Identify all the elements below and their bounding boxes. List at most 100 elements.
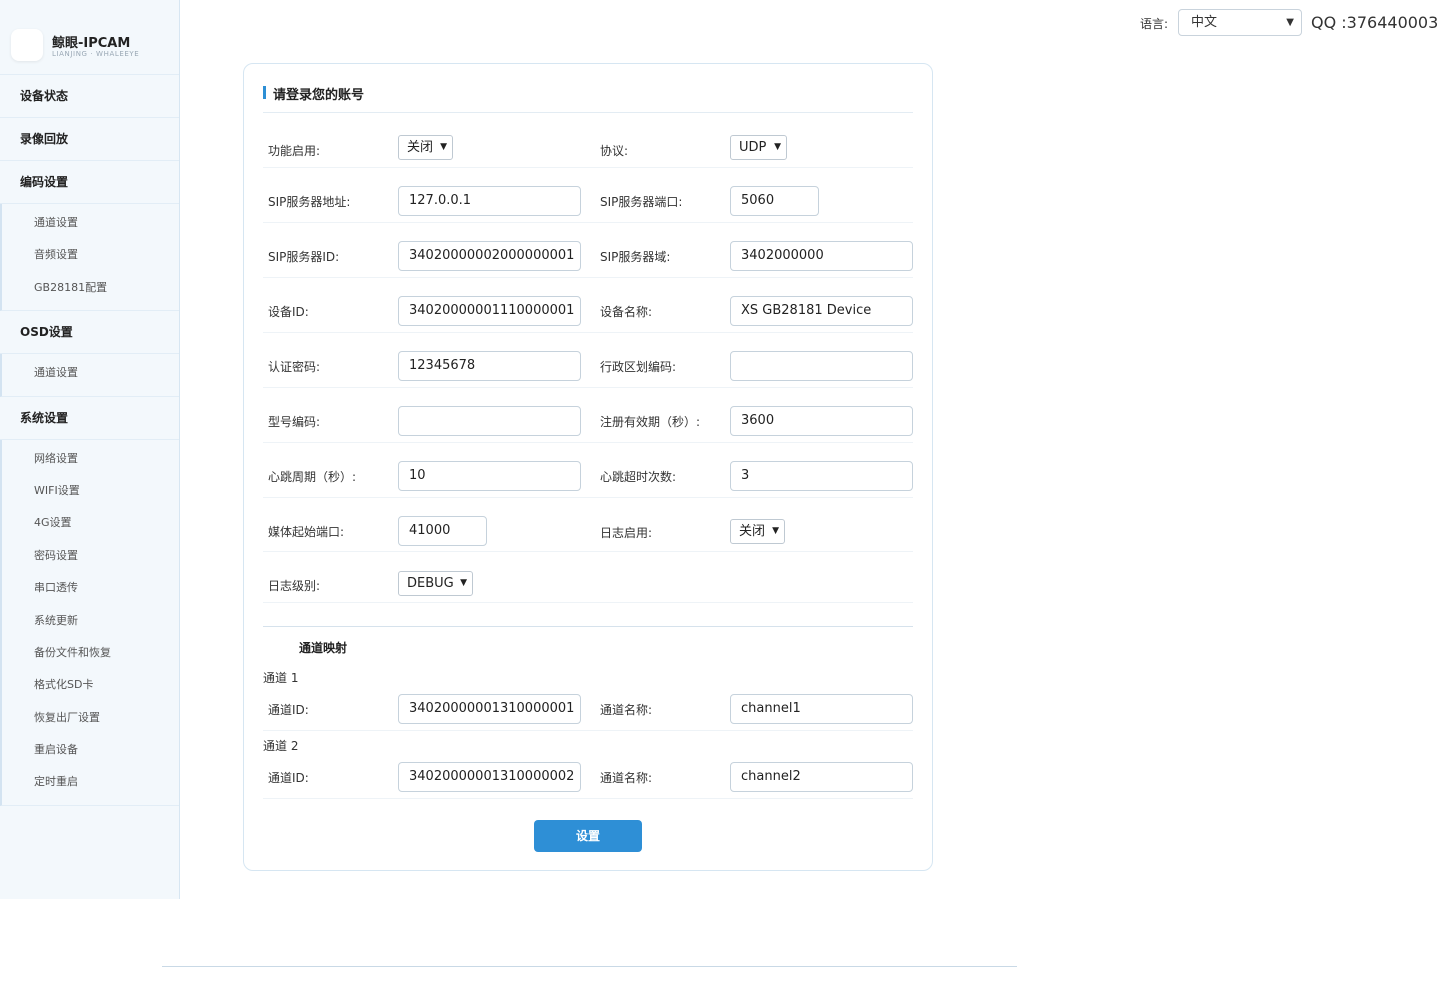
- nav-item-factory-reset[interactable]: 恢复出厂设置: [2, 702, 179, 734]
- divider: [263, 332, 913, 333]
- footer-divider: [162, 966, 1017, 967]
- channel-1-name-input[interactable]: channel1: [730, 694, 913, 724]
- protocol-label: 协议:: [600, 144, 629, 158]
- nav-item-network[interactable]: 网络设置: [2, 443, 179, 475]
- nav-item-scheduled-reboot[interactable]: 定时重启: [2, 766, 179, 798]
- divider: [263, 798, 913, 799]
- channel-1-id-label: 通道ID:: [268, 703, 309, 717]
- nav-system-group: 网络设置 WIFI设置 4G设置 密码设置 串口透传 系统更新 备份文件和恢复 …: [0, 439, 179, 806]
- nav-item-update[interactable]: 系统更新: [2, 605, 179, 637]
- channel-1-name-label: 通道名称:: [600, 703, 653, 717]
- nav-item-wifi[interactable]: WIFI设置: [2, 475, 179, 507]
- chevron-down-icon: ▼: [772, 526, 779, 536]
- heartbeat-timeout-input[interactable]: 3: [730, 461, 913, 491]
- region-code-input[interactable]: [730, 351, 913, 381]
- chevron-down-icon: ▼: [440, 142, 447, 152]
- log-enable-label: 日志启用:: [600, 526, 653, 540]
- divider: [263, 222, 913, 223]
- language-value: 中文: [1191, 15, 1218, 30]
- nav-device-status[interactable]: 设备状态: [0, 75, 179, 118]
- auth-password-input[interactable]: 12345678: [398, 351, 581, 381]
- device-id-input[interactable]: 34020000001110000001: [398, 296, 581, 326]
- device-id-label: 设备ID:: [268, 305, 309, 319]
- brand-title: 鲸眼-IPCAM: [52, 36, 131, 51]
- chevron-down-icon: ▼: [1286, 17, 1294, 28]
- nav-item-osd-channel[interactable]: 通道设置: [2, 357, 179, 389]
- qq-contact: QQ :376440003: [1311, 13, 1439, 32]
- panel-title: 请登录您的账号: [263, 84, 364, 103]
- section-divider: [263, 626, 913, 627]
- divider: [263, 730, 913, 731]
- sip-addr-input[interactable]: 127.0.0.1: [398, 186, 581, 216]
- language-label: 语言:: [1140, 17, 1169, 31]
- channel-2-name-label: 通道名称:: [600, 771, 653, 785]
- nav-item-backup[interactable]: 备份文件和恢复: [2, 637, 179, 669]
- log-enable-value: 关闭: [739, 524, 766, 539]
- device-name-input[interactable]: XS GB28181 Device: [730, 296, 913, 326]
- log-level-value: DEBUG: [407, 576, 454, 591]
- channel-2-id-input[interactable]: 34020000001310000002: [398, 762, 581, 792]
- nav-playback[interactable]: 录像回放: [0, 118, 179, 161]
- submit-button[interactable]: 设置: [534, 820, 642, 852]
- nav-item-serial[interactable]: 串口透传: [2, 572, 179, 604]
- register-expire-label: 注册有效期（秒）:: [600, 415, 701, 429]
- divider: [263, 602, 913, 603]
- sip-id-label: SIP服务器ID:: [268, 250, 340, 264]
- nav-osd-settings[interactable]: OSD设置: [0, 311, 179, 355]
- divider: [263, 387, 913, 388]
- nav-item-password[interactable]: 密码设置: [2, 540, 179, 572]
- channel-1-id-input[interactable]: 34020000001310000001: [398, 694, 581, 724]
- brand-logo: [11, 29, 43, 61]
- nav-item-audio-settings[interactable]: 音频设置: [2, 239, 179, 271]
- channel-2-id-label: 通道ID:: [268, 771, 309, 785]
- enable-value: 关闭: [407, 140, 434, 155]
- sidebar: 鲸眼-IPCAM LIANJING · WHALEEYE 设备状态 录像回放 编…: [0, 0, 180, 899]
- log-level-label: 日志级别:: [268, 579, 321, 593]
- protocol-select[interactable]: UDP ▼: [730, 135, 787, 160]
- channel-map-title: 通道映射: [299, 641, 348, 655]
- model-code-input[interactable]: [398, 406, 581, 436]
- nav-osd-group: 通道设置: [0, 354, 179, 397]
- divider: [263, 277, 913, 278]
- sip-port-input[interactable]: 5060: [730, 186, 819, 216]
- nav-item-format-sd[interactable]: 格式化SD卡: [2, 669, 179, 701]
- divider: [263, 112, 913, 113]
- nav-item-reboot[interactable]: 重启设备: [2, 734, 179, 766]
- model-code-label: 型号编码:: [268, 415, 321, 429]
- chevron-down-icon: ▼: [774, 142, 781, 152]
- sip-domain-label: SIP服务器域:: [600, 250, 671, 264]
- nav-item-channel-settings[interactable]: 通道设置: [2, 207, 179, 239]
- channel-2-title: 通道 2: [263, 739, 299, 753]
- enable-select[interactable]: 关闭 ▼: [398, 135, 453, 160]
- brand-subtitle: LIANJING · WHALEEYE: [52, 50, 140, 58]
- language-select[interactable]: 中文 ▼: [1178, 9, 1302, 36]
- channel-2-name-input[interactable]: channel2: [730, 762, 913, 792]
- nav-system-settings[interactable]: 系统设置: [0, 397, 179, 440]
- heartbeat-input[interactable]: 10: [398, 461, 581, 491]
- log-level-select[interactable]: DEBUG ▼: [398, 571, 473, 596]
- heartbeat-timeout-label: 心跳超时次数:: [600, 470, 677, 484]
- media-port-input[interactable]: 41000: [398, 516, 487, 546]
- log-enable-select[interactable]: 关闭 ▼: [730, 519, 785, 544]
- nav-encode-group: 通道设置 音频设置 GB28181配置: [0, 204, 179, 312]
- auth-password-label: 认证密码:: [268, 360, 321, 374]
- heartbeat-label: 心跳周期（秒）:: [268, 470, 357, 484]
- divider: [263, 551, 913, 552]
- register-expire-input[interactable]: 3600: [730, 406, 913, 436]
- channel-1-title: 通道 1: [263, 671, 299, 685]
- brand: 鲸眼-IPCAM LIANJING · WHALEEYE: [0, 0, 179, 75]
- nav-item-gb28181[interactable]: GB28181配置: [2, 272, 179, 304]
- sip-id-input[interactable]: 34020000002000000001: [398, 241, 581, 271]
- region-code-label: 行政区划编码:: [600, 360, 677, 374]
- divider: [263, 167, 913, 168]
- device-name-label: 设备名称:: [600, 305, 653, 319]
- media-port-label: 媒体起始端口:: [268, 525, 345, 539]
- nav-item-4g[interactable]: 4G设置: [2, 507, 179, 539]
- enable-label: 功能启用:: [268, 144, 321, 158]
- protocol-value: UDP: [739, 140, 767, 155]
- sip-port-label: SIP服务器端口:: [600, 195, 683, 209]
- sip-domain-input[interactable]: 3402000000: [730, 241, 913, 271]
- divider: [263, 497, 913, 498]
- divider: [263, 442, 913, 443]
- nav-encode-settings[interactable]: 编码设置: [0, 161, 179, 204]
